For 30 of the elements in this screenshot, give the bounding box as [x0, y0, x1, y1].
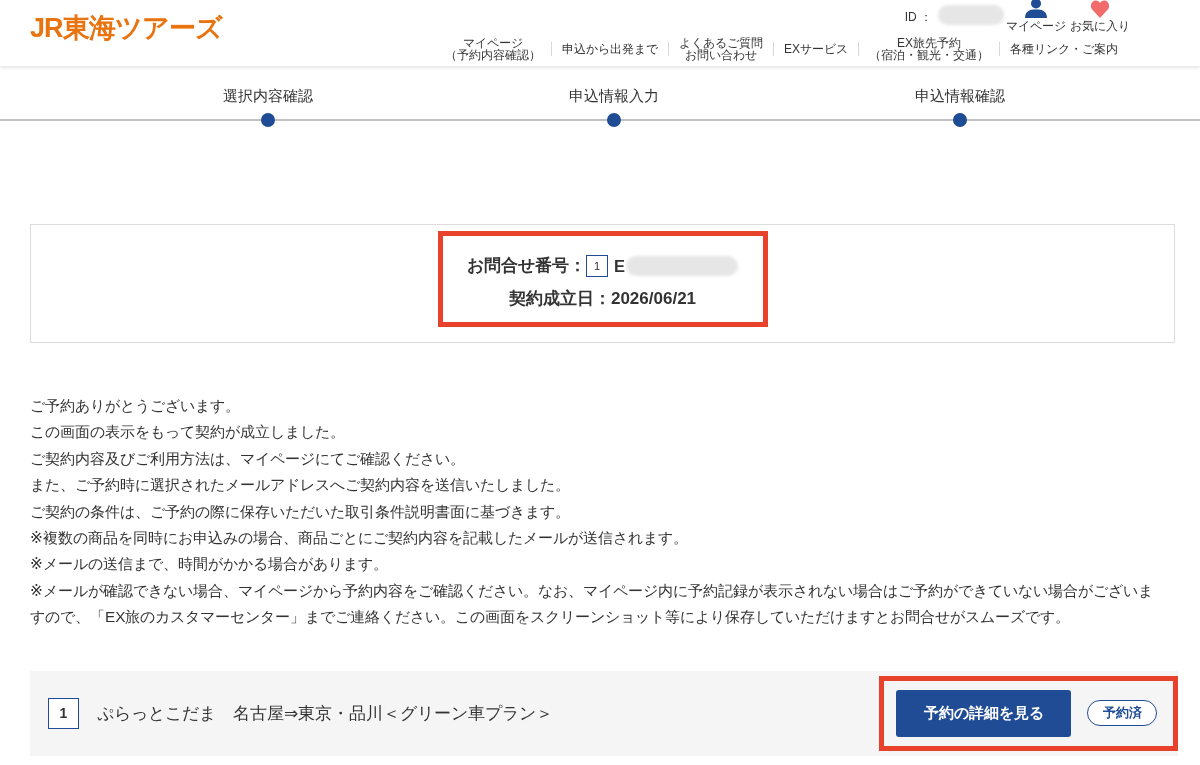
item-number: 1	[586, 255, 608, 277]
heart-icon	[1090, 0, 1110, 18]
inquiry-number: E	[614, 256, 625, 276]
notice-text: ※複数の商品を同時にお申込みの場合、商品ごとにご契約内容を記載したメールが送信されます。	[30, 528, 689, 549]
icon-link[interactable]: マイページ	[1004, 0, 1068, 33]
step-label: 申込情報入力	[568, 87, 660, 106]
nav-link[interactable]: よくあるご質問 お問い合わせ	[669, 36, 773, 62]
notice-text: ※メールの送信まで、時間がかかる場合があります。	[30, 554, 389, 575]
contract-date: 契約成立日：2026/06/21	[508, 287, 697, 310]
step-label: 申込情報確認	[914, 87, 1006, 106]
view-details-button[interactable]: 予約の詳細を見る	[896, 689, 1071, 737]
nav-link[interactable]: マイページ （予約内容確認）	[435, 36, 551, 62]
plan-title: ぷらっとこだま 名古屋⇒東京・品川＜グリーン車プラン＞	[97, 702, 555, 725]
notice-text: この画面の表示をもって契約が成立しました。	[30, 422, 346, 443]
inquiry-label: お問合せ番号：	[467, 255, 586, 276]
notice-text: ご契約の条件は、ご予約の際に保存いただいた取引条件説明書面に基づきます。	[30, 501, 571, 522]
notice-text: ご契約内容及びご利用方法は、マイページにてご確認ください。	[30, 448, 466, 469]
status-badge: 予約済	[1087, 700, 1157, 727]
nav-link[interactable]: EX旅先予約 （宿泊・観光・交通）	[859, 36, 999, 62]
notice-text: ご予約ありがとうございます。	[30, 396, 241, 416]
nav-link[interactable]: EXサービス	[774, 42, 858, 56]
item-number: 1	[48, 697, 79, 729]
step-label: 選択内容確認	[222, 87, 314, 106]
notice-text: ※メールが確認できない場合、マイページから予約内容をご確認ください。なお、マイページ内に予約記録が表示されない場合はご予約ができていない場合がございますので、「EX旅のカスタマーセンター」までご連絡ください。この画面をスクリーンショット等により保存していただけますとお問合せがスムーズです。	[30, 580, 1154, 628]
id-label: ID ：	[904, 9, 932, 26]
user-icon	[1024, 0, 1048, 18]
nav-link[interactable]: 各種リンク・ご案内	[1000, 42, 1128, 56]
icon-link[interactable]: お気に入り	[1068, 0, 1132, 33]
notice-text: また、ご予約時に選択されたメールアドレスへご契約内容を送信いたしました。	[30, 475, 571, 496]
nav-link[interactable]: 申込から出発まで	[552, 42, 668, 56]
